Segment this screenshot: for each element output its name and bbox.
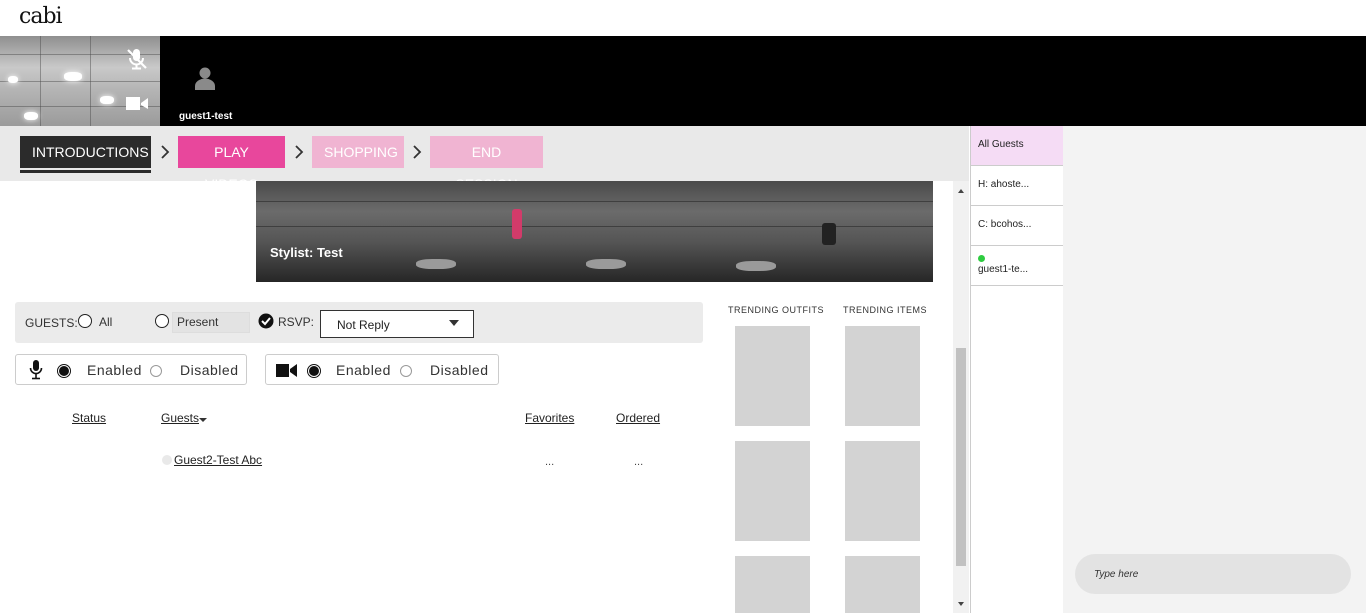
rsvp-label: RSVP:: [278, 315, 315, 329]
ceiling-grid-line: [90, 36, 91, 126]
audio-enabled-label: Enabled: [87, 362, 142, 378]
ceiling-grid-line: [40, 36, 41, 126]
video-disabled-label: Disabled: [430, 362, 489, 378]
step-play-videos-button[interactable]: PLAY VIDEOS: [178, 136, 285, 192]
guest-name-link[interactable]: Guest2-Test Abc: [174, 453, 262, 467]
ceiling-grid-line: [256, 201, 933, 202]
step-introductions-button[interactable]: INTRODUCTIONS: [20, 136, 151, 168]
guest-avatar-icon: [193, 66, 217, 95]
ceiling-grid-line: [0, 81, 160, 82]
trending-outfits-title: TRENDING OUTFITS: [728, 305, 824, 315]
present-guests-label: Present: [177, 315, 219, 329]
sort-down-icon[interactable]: [199, 418, 207, 422]
microphone-muted-icon[interactable]: [125, 47, 149, 76]
guest-list-item-host[interactable]: H: ahoste...: [971, 166, 1063, 206]
trending-items-title: TRENDING ITEMS: [843, 305, 928, 315]
video-enabled-label: Enabled: [336, 362, 391, 378]
ceiling-light: [736, 261, 776, 271]
chevron-right-icon: [408, 143, 426, 161]
ceiling-light: [64, 72, 82, 81]
video-enabled-radio[interactable]: [307, 364, 321, 378]
guest-status-dot: [162, 455, 172, 465]
online-status-dot: [978, 255, 985, 262]
ordered-column-header[interactable]: Ordered: [616, 411, 660, 425]
active-step-underline: [20, 170, 151, 173]
guest-list-item-all[interactable]: All Guests: [971, 126, 1063, 166]
ceiling-light: [24, 112, 38, 120]
ceiling-camera-object: [822, 223, 836, 245]
audio-disabled-radio[interactable]: [150, 365, 162, 377]
trending-outfit-tile[interactable]: [735, 326, 810, 426]
trending-outfit-tile[interactable]: [735, 441, 810, 541]
trending-outfit-tile[interactable]: [735, 556, 810, 613]
scroll-down-arrow-icon[interactable]: [956, 596, 966, 614]
guest-list-item-guest1[interactable]: guest1-te...: [971, 246, 1063, 286]
stylist-label: Stylist: Test: [270, 245, 343, 260]
cabi-logo: cabi: [19, 4, 63, 29]
camera-icon[interactable]: [125, 95, 149, 118]
guest-favorites-cell: ...: [545, 456, 555, 468]
video-disabled-radio[interactable]: [400, 365, 412, 377]
trending-item-tile[interactable]: [845, 556, 920, 613]
guest-ordered-cell: ...: [634, 456, 644, 468]
all-guests-radio[interactable]: [78, 314, 92, 328]
ceiling-light: [8, 76, 18, 83]
step-shopping-button[interactable]: SHOPPING: [312, 136, 404, 168]
dropdown-caret-icon: [449, 320, 459, 326]
step-end-session-button[interactable]: END SESSION: [430, 136, 543, 192]
rsvp-selected-value: Not Reply: [337, 318, 390, 332]
scroll-up-arrow-icon[interactable]: [956, 183, 966, 201]
ceiling-light: [586, 259, 626, 269]
ceiling-light: [100, 96, 114, 104]
ceiling-light: [416, 259, 456, 269]
guest-list-item-label: guest1-te...: [978, 264, 1029, 275]
trending-item-tile[interactable]: [845, 441, 920, 541]
guests-filter-label: GUESTS:: [25, 316, 78, 330]
guest-video-name: guest1-test: [179, 111, 233, 122]
guest-list-item-cohost[interactable]: C: bcohos...: [971, 206, 1063, 246]
stylist-video-feed: [256, 181, 933, 282]
guests-column-header[interactable]: Guests: [161, 411, 199, 425]
present-guests-radio[interactable]: [155, 314, 169, 328]
all-guests-label: All: [99, 315, 113, 329]
video-camera-icon: [276, 363, 298, 383]
scrollbar-thumb[interactable]: [956, 348, 966, 566]
status-column-header[interactable]: Status: [72, 411, 106, 425]
hanging-decoration: [512, 209, 522, 239]
microphone-icon: [29, 360, 43, 385]
chat-panel: [1063, 126, 1366, 613]
top-bar: [0, 0, 1366, 36]
audio-disabled-label: Disabled: [180, 362, 239, 378]
chevron-right-icon: [156, 143, 174, 161]
trending-item-tile[interactable]: [845, 326, 920, 426]
chat-input[interactable]: [1075, 554, 1351, 594]
chevron-right-icon: [290, 143, 308, 161]
rsvp-check-icon[interactable]: [258, 313, 274, 334]
audio-enabled-radio[interactable]: [57, 364, 71, 378]
favorites-column-header[interactable]: Favorites: [525, 411, 574, 425]
